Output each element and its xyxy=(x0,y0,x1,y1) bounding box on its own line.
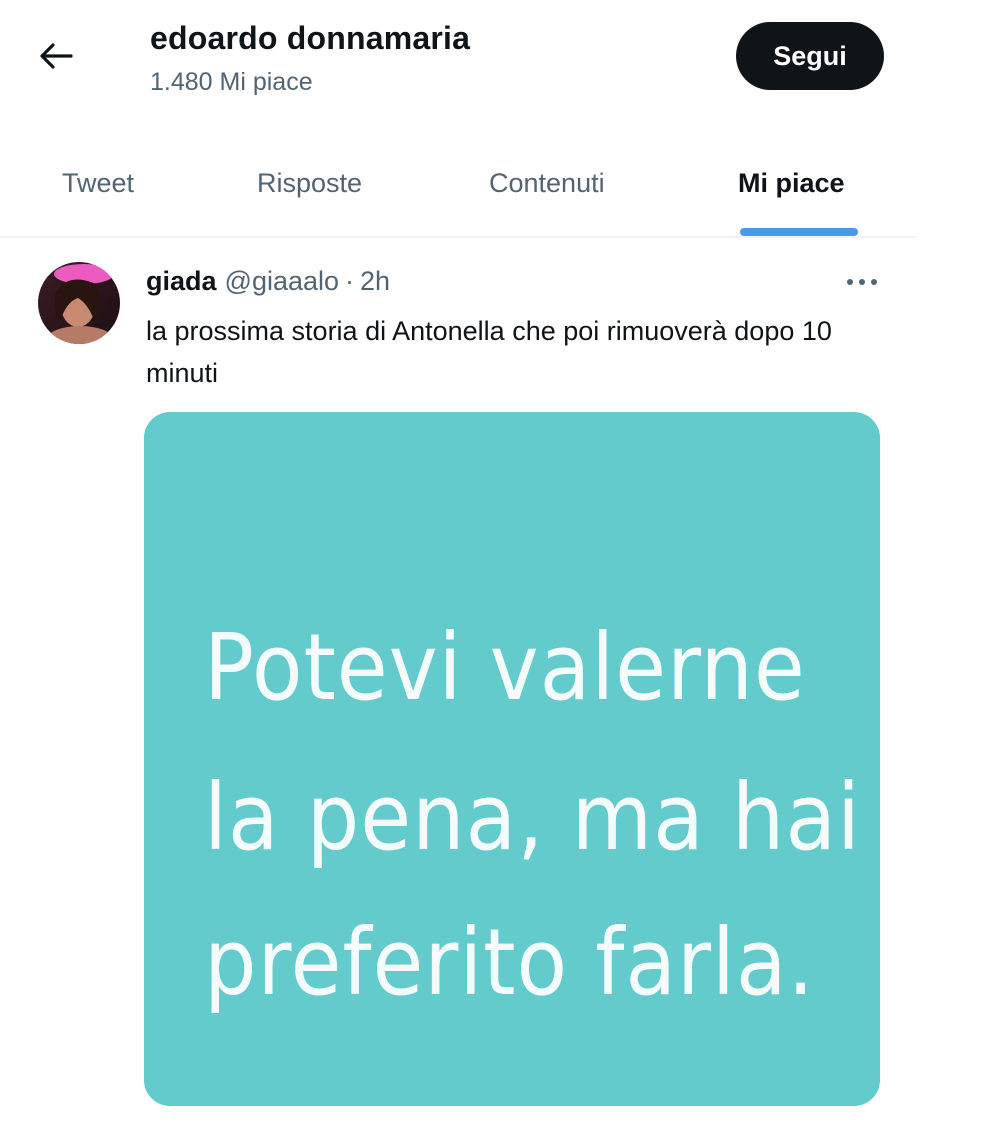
profile-name: edoardo donnamaria xyxy=(150,20,471,56)
tweet-meta: giada @giaaalo · 2h xyxy=(146,266,390,297)
likes-count: 1.480 Mi piace xyxy=(150,68,313,96)
avatar-image xyxy=(38,262,120,344)
profile-tabs: Tweet Risposte Contenuti Mi piace xyxy=(0,140,916,238)
more-dots-icon xyxy=(847,279,877,285)
tab-likes[interactable]: Mi piace xyxy=(738,140,845,236)
author-avatar[interactable] xyxy=(38,262,120,344)
meta-separator: · xyxy=(345,266,355,296)
tweet-timestamp[interactable]: 2h xyxy=(360,266,390,296)
arrow-left-icon xyxy=(40,43,73,69)
profile-header: edoardo donnamaria 1.480 Mi piace Segui xyxy=(0,0,996,120)
tweet-author-handle[interactable]: @giaaalo xyxy=(225,266,340,296)
quote-line-1: Potevi valerne xyxy=(204,614,806,721)
quote-line-3: preferito farla. xyxy=(204,909,815,1016)
tweet-card[interactable]: giada @giaaalo · 2h la prossima storia di A… xyxy=(0,240,996,1124)
tab-replies[interactable]: Risposte xyxy=(257,140,362,236)
tweet-media-image[interactable]: Potevi valerne la pena, ma hai preferito… xyxy=(144,412,880,1106)
tweet-more-button[interactable] xyxy=(842,270,882,294)
follow-button[interactable]: Segui xyxy=(736,22,884,90)
tweet-text: la prossima storia di Antonella che poi … xyxy=(146,316,832,388)
tweet-author-name[interactable]: giada xyxy=(146,266,217,296)
back-button[interactable] xyxy=(32,36,80,76)
active-tab-indicator xyxy=(740,228,858,236)
profile-likes-page: edoardo donnamaria 1.480 Mi piace Segui … xyxy=(0,0,996,1124)
tab-tweet[interactable]: Tweet xyxy=(62,140,134,236)
tab-media[interactable]: Contenuti xyxy=(489,140,605,236)
quote-line-2: la pena, ma hai xyxy=(204,764,861,871)
